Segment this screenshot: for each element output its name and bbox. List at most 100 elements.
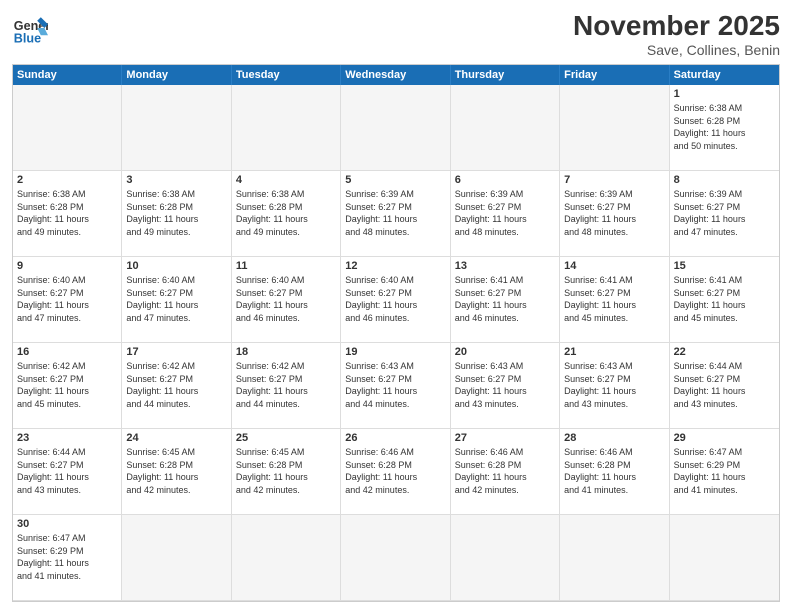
day-cell-6: 6 Sunrise: 6:39 AM Sunset: 6:27 PM Daylig… bbox=[451, 171, 560, 257]
day-info: Sunrise: 6:45 AM Sunset: 6:28 PM Dayligh… bbox=[126, 446, 226, 496]
empty-cell bbox=[232, 515, 341, 601]
day-info: Sunrise: 6:39 AM Sunset: 6:27 PM Dayligh… bbox=[455, 188, 555, 238]
day-info: Sunrise: 6:45 AM Sunset: 6:28 PM Dayligh… bbox=[236, 446, 336, 496]
day-info: Sunrise: 6:47 AM Sunset: 6:29 PM Dayligh… bbox=[17, 532, 117, 582]
empty-cell bbox=[451, 85, 560, 171]
day-cell-18: 18Sunrise: 6:42 AM Sunset: 6:27 PM Dayli… bbox=[232, 343, 341, 429]
weekday-header-tuesday: Tuesday bbox=[232, 65, 341, 85]
day-number: 16 bbox=[17, 346, 117, 358]
weekday-header-wednesday: Wednesday bbox=[341, 65, 450, 85]
day-info: Sunrise: 6:43 AM Sunset: 6:27 PM Dayligh… bbox=[564, 360, 664, 410]
day-number: 24 bbox=[126, 432, 226, 444]
day-cell-27: 27 Sunrise: 6:46 AM Sunset: 6:28 PM Dayli… bbox=[451, 429, 560, 515]
day-cell-7: 7 Sunrise: 6:39 AM Sunset: 6:27 PM Daylig… bbox=[560, 171, 669, 257]
empty-cell bbox=[341, 85, 450, 171]
empty-cell bbox=[122, 515, 231, 601]
day-cell-10: 10 Sunrise: 6:40 AM Sunset: 6:27 PM Dayli… bbox=[122, 257, 231, 343]
day-cell-29: 29Sunrise: 6:47 AM Sunset: 6:29 PM Dayli… bbox=[670, 429, 779, 515]
empty-cell bbox=[560, 515, 669, 601]
day-number: 19 bbox=[345, 346, 445, 358]
day-info: Sunrise: 6:40 AM Sunset: 6:27 PM Dayligh… bbox=[17, 274, 117, 324]
weekday-header-thursday: Thursday bbox=[451, 65, 560, 85]
day-cell-8: 8Sunrise: 6:39 AM Sunset: 6:27 PM Daylig… bbox=[670, 171, 779, 257]
calendar-header: SundayMondayTuesdayWednesdayThursdayFrid… bbox=[13, 65, 779, 85]
day-info: Sunrise: 6:39 AM Sunset: 6:27 PM Dayligh… bbox=[345, 188, 445, 238]
logo: General Blue bbox=[12, 10, 48, 46]
empty-cell bbox=[13, 85, 122, 171]
day-cell-5: 5 Sunrise: 6:39 AM Sunset: 6:27 PM Daylig… bbox=[341, 171, 450, 257]
day-cell-2: 2 Sunrise: 6:38 AM Sunset: 6:28 PM Daylig… bbox=[13, 171, 122, 257]
day-cell-12: 12 Sunrise: 6:40 AM Sunset: 6:27 PM Dayli… bbox=[341, 257, 450, 343]
day-info: Sunrise: 6:44 AM Sunset: 6:27 PM Dayligh… bbox=[674, 360, 775, 410]
day-cell-1: 1 Sunrise: 6:38 AM Sunset: 6:28 PM Daylig… bbox=[670, 85, 779, 171]
day-info: Sunrise: 6:38 AM Sunset: 6:28 PM Dayligh… bbox=[17, 188, 117, 238]
day-cell-14: 14 Sunrise: 6:41 AM Sunset: 6:27 PM Dayli… bbox=[560, 257, 669, 343]
day-number: 5 bbox=[345, 174, 445, 186]
day-cell-24: 24 Sunrise: 6:45 AM Sunset: 6:28 PM Dayli… bbox=[122, 429, 231, 515]
day-info: Sunrise: 6:39 AM Sunset: 6:27 PM Dayligh… bbox=[564, 188, 664, 238]
empty-cell bbox=[560, 85, 669, 171]
day-info: Sunrise: 6:41 AM Sunset: 6:27 PM Dayligh… bbox=[564, 274, 664, 324]
day-cell-25: 25 Sunrise: 6:45 AM Sunset: 6:28 PM Dayli… bbox=[232, 429, 341, 515]
day-info: Sunrise: 6:44 AM Sunset: 6:27 PM Dayligh… bbox=[17, 446, 117, 496]
day-number: 27 bbox=[455, 432, 555, 444]
day-number: 22 bbox=[674, 346, 775, 358]
weekday-header-monday: Monday bbox=[122, 65, 231, 85]
day-info: Sunrise: 6:43 AM Sunset: 6:27 PM Dayligh… bbox=[345, 360, 445, 410]
day-number: 14 bbox=[564, 260, 664, 272]
day-info: Sunrise: 6:46 AM Sunset: 6:28 PM Dayligh… bbox=[345, 446, 445, 496]
day-number: 2 bbox=[17, 174, 117, 186]
empty-cell bbox=[670, 515, 779, 601]
day-info: Sunrise: 6:40 AM Sunset: 6:27 PM Dayligh… bbox=[126, 274, 226, 324]
day-number: 12 bbox=[345, 260, 445, 272]
day-info: Sunrise: 6:38 AM Sunset: 6:28 PM Dayligh… bbox=[126, 188, 226, 238]
day-number: 1 bbox=[674, 88, 775, 100]
day-number: 28 bbox=[564, 432, 664, 444]
day-number: 18 bbox=[236, 346, 336, 358]
calendar-body: 1 Sunrise: 6:38 AM Sunset: 6:28 PM Daylig… bbox=[13, 85, 779, 601]
day-info: Sunrise: 6:41 AM Sunset: 6:27 PM Dayligh… bbox=[674, 274, 775, 324]
day-number: 26 bbox=[345, 432, 445, 444]
weekday-header-saturday: Saturday bbox=[670, 65, 779, 85]
day-info: Sunrise: 6:38 AM Sunset: 6:28 PM Dayligh… bbox=[236, 188, 336, 238]
day-cell-13: 13Sunrise: 6:41 AM Sunset: 6:27 PM Dayli… bbox=[451, 257, 560, 343]
day-info: Sunrise: 6:46 AM Sunset: 6:28 PM Dayligh… bbox=[455, 446, 555, 496]
day-cell-15: 15 Sunrise: 6:41 AM Sunset: 6:27 PM Dayli… bbox=[670, 257, 779, 343]
empty-cell bbox=[122, 85, 231, 171]
day-number: 10 bbox=[126, 260, 226, 272]
day-cell-23: 23Sunrise: 6:44 AM Sunset: 6:27 PM Dayli… bbox=[13, 429, 122, 515]
day-number: 21 bbox=[564, 346, 664, 358]
day-info: Sunrise: 6:39 AM Sunset: 6:27 PM Dayligh… bbox=[674, 188, 775, 238]
day-cell-9: 9Sunrise: 6:40 AM Sunset: 6:27 PM Daylig… bbox=[13, 257, 122, 343]
day-cell-28: 28Sunrise: 6:46 AM Sunset: 6:28 PM Dayli… bbox=[560, 429, 669, 515]
calendar: SundayMondayTuesdayWednesdayThursdayFrid… bbox=[12, 64, 780, 602]
empty-cell bbox=[341, 515, 450, 601]
subtitle: Save, Collines, Benin bbox=[573, 42, 780, 58]
day-number: 25 bbox=[236, 432, 336, 444]
day-cell-16: 16 Sunrise: 6:42 AM Sunset: 6:27 PM Dayli… bbox=[13, 343, 122, 429]
day-info: Sunrise: 6:43 AM Sunset: 6:27 PM Dayligh… bbox=[455, 360, 555, 410]
day-number: 30 bbox=[17, 518, 117, 530]
day-number: 4 bbox=[236, 174, 336, 186]
day-info: Sunrise: 6:40 AM Sunset: 6:27 PM Dayligh… bbox=[345, 274, 445, 324]
day-info: Sunrise: 6:38 AM Sunset: 6:28 PM Dayligh… bbox=[674, 102, 775, 152]
day-number: 20 bbox=[455, 346, 555, 358]
weekday-header-sunday: Sunday bbox=[13, 65, 122, 85]
day-cell-30: 30 Sunrise: 6:47 AM Sunset: 6:29 PM Dayli… bbox=[13, 515, 122, 601]
day-cell-22: 22 Sunrise: 6:44 AM Sunset: 6:27 PM Dayli… bbox=[670, 343, 779, 429]
empty-cell bbox=[232, 85, 341, 171]
day-number: 13 bbox=[455, 260, 555, 272]
day-cell-21: 21 Sunrise: 6:43 AM Sunset: 6:27 PM Dayli… bbox=[560, 343, 669, 429]
day-number: 11 bbox=[236, 260, 336, 272]
day-number: 15 bbox=[674, 260, 775, 272]
day-cell-26: 26 Sunrise: 6:46 AM Sunset: 6:28 PM Dayli… bbox=[341, 429, 450, 515]
day-cell-20: 20 Sunrise: 6:43 AM Sunset: 6:27 PM Dayli… bbox=[451, 343, 560, 429]
day-info: Sunrise: 6:42 AM Sunset: 6:27 PM Dayligh… bbox=[126, 360, 226, 410]
title-block: November 2025 Save, Collines, Benin bbox=[573, 10, 780, 58]
day-number: 6 bbox=[455, 174, 555, 186]
day-number: 7 bbox=[564, 174, 664, 186]
day-cell-17: 17Sunrise: 6:42 AM Sunset: 6:27 PM Dayli… bbox=[122, 343, 231, 429]
day-info: Sunrise: 6:40 AM Sunset: 6:27 PM Dayligh… bbox=[236, 274, 336, 324]
day-info: Sunrise: 6:47 AM Sunset: 6:29 PM Dayligh… bbox=[674, 446, 775, 496]
day-info: Sunrise: 6:42 AM Sunset: 6:27 PM Dayligh… bbox=[17, 360, 117, 410]
